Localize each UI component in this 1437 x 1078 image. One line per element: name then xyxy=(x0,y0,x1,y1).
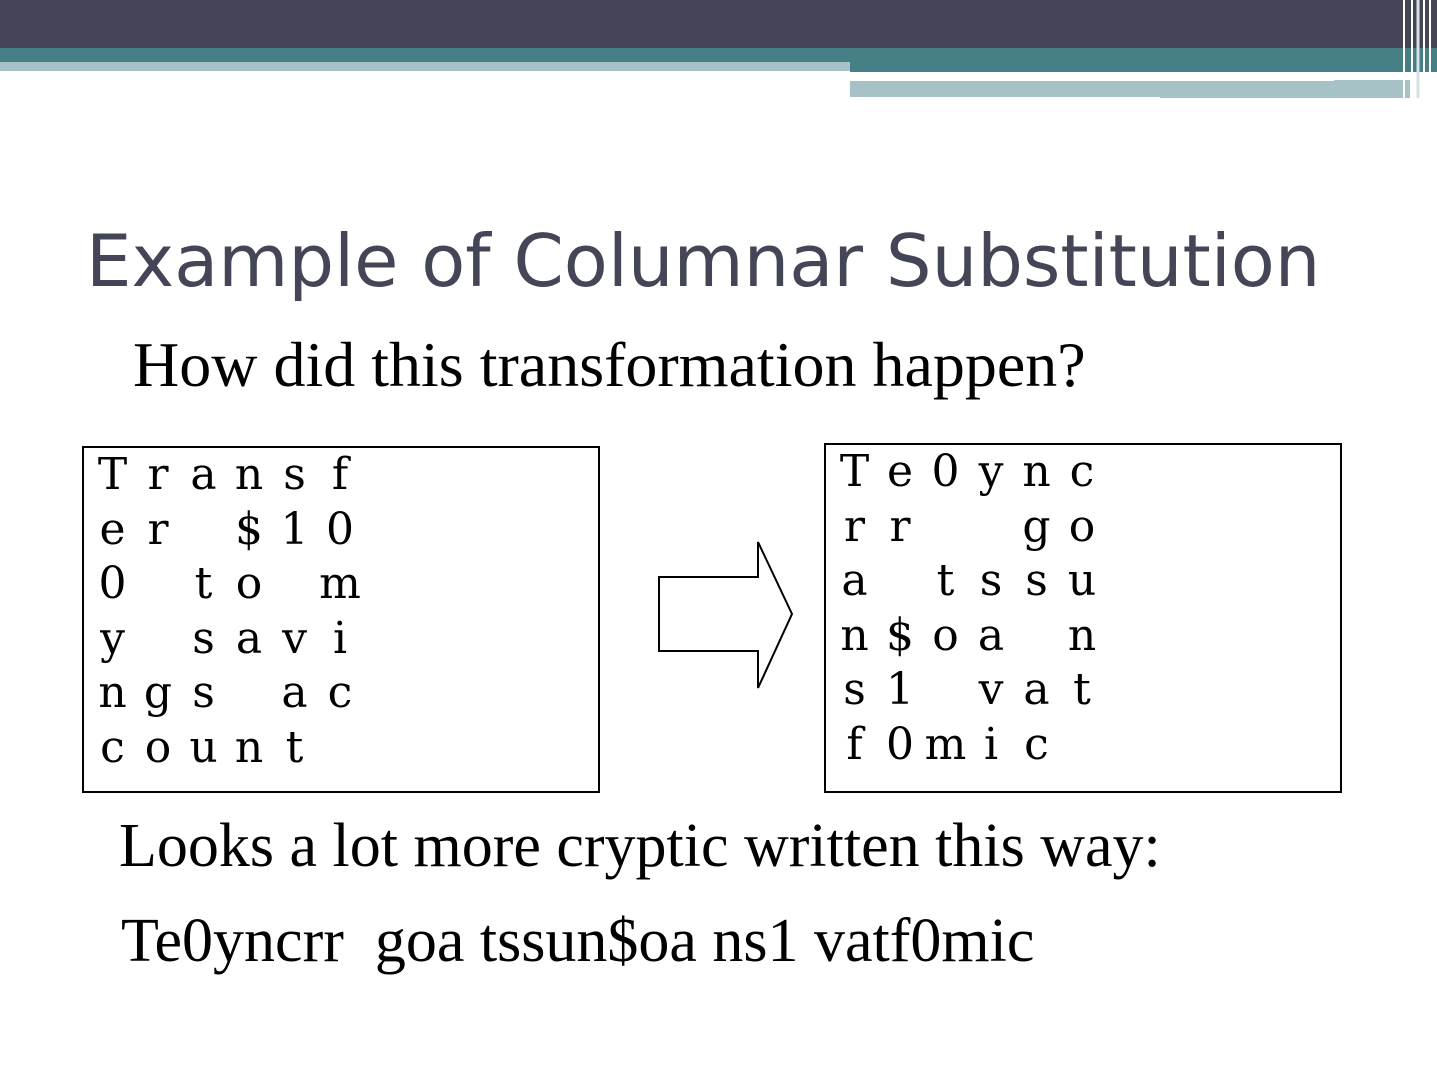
ciphertext-grid-row: rr go xyxy=(840,500,1140,556)
ciphertext-grid-cell: m xyxy=(924,718,967,770)
slide-subtitle: How did this transformation happen? xyxy=(133,329,1086,400)
ciphertext-grid-cell: c xyxy=(1024,718,1049,770)
header-edge-lines xyxy=(1403,0,1431,98)
ciphertext-grid-cell: g xyxy=(1022,500,1051,552)
ciphertext-grid-cell: T xyxy=(839,446,870,497)
ciphertext-grid-cell: n xyxy=(840,609,869,661)
plaintext-grid-cell: m xyxy=(319,558,361,609)
plaintext-grid-cell: r xyxy=(147,503,169,555)
cryptic-note: Looks a lot more cryptic written this wa… xyxy=(119,812,1161,880)
ciphertext-grid-cell: n xyxy=(1067,609,1097,661)
header-bar-teal xyxy=(0,48,1437,62)
slide: Example of Columnar Substitution How did… xyxy=(0,0,1437,1078)
plaintext-grid-cell: a xyxy=(235,612,263,664)
plaintext-grid-cell: 0 xyxy=(326,503,354,555)
ciphertext-grid-cell: r xyxy=(843,500,866,552)
plaintext-grid-cell: a xyxy=(281,667,308,718)
plaintext-grid-cell: s xyxy=(192,667,215,718)
plaintext-grid-cell: n xyxy=(234,721,264,773)
ciphertext-grid-cell: t xyxy=(936,555,955,606)
ciphertext-grid-row: Te0ync xyxy=(840,447,1140,501)
ciphertext-grid-cell: a xyxy=(977,609,1005,661)
ciphertext-grid-cell: 0 xyxy=(931,446,960,497)
plaintext-grid-row: ngs ac xyxy=(98,668,398,722)
ciphertext-grid-cell: $ xyxy=(886,609,914,661)
plaintext-grid-cell: u xyxy=(189,721,218,773)
ciphertext-grid-cell: s xyxy=(843,664,866,715)
plaintext-grid-cell: $ xyxy=(235,503,263,555)
header-divider-line xyxy=(850,77,1334,81)
header-bar-light-left xyxy=(0,62,850,71)
ciphertext-grid-cell: c xyxy=(1069,446,1095,497)
header-bar-stub xyxy=(1160,92,1410,98)
plaintext-grid-cell: T xyxy=(97,449,128,500)
plaintext-grid-cell: s xyxy=(283,449,306,500)
plaintext-grid-cell: n xyxy=(98,667,127,718)
ciphertext-grid-cell: o xyxy=(932,609,959,661)
ciphertext-grid-cell: u xyxy=(1067,555,1097,606)
plaintext-grid-row: count xyxy=(98,721,398,777)
ciphertext-grid-cell: i xyxy=(983,718,999,770)
plaintext-grid-cell: n xyxy=(234,449,264,500)
ciphertext-grid-cell: v xyxy=(978,664,1004,715)
ciphertext-grid-cell: f xyxy=(846,718,863,770)
plaintext-grid-cell: e xyxy=(99,503,126,555)
ciphertext-grid-cell: 0 xyxy=(886,718,914,770)
plaintext-grid-cell: s xyxy=(192,612,215,664)
right-arrow-outline-icon xyxy=(658,541,794,689)
plaintext-grid-cell: o xyxy=(235,558,263,609)
ciphertext-grid-cell: y xyxy=(978,446,1004,497)
plaintext-grid-row: er $1 0 xyxy=(98,503,398,559)
ciphertext-grid-cell: r xyxy=(889,500,911,552)
plaintext-grid-cell: v xyxy=(282,612,307,664)
plaintext-grid-row: y savi xyxy=(98,612,398,668)
ciphertext-grid-row: s1 vat xyxy=(840,665,1140,719)
plaintext-grid-cell: 1 xyxy=(280,503,309,555)
plaintext-grid-cell: o xyxy=(144,721,172,773)
plaintext-grid: Transfer $1 0 0 to my savings account xyxy=(82,446,600,793)
plaintext-grid-cell: 0 xyxy=(98,558,127,609)
ciphertext-grid-cell: o xyxy=(1068,500,1096,552)
ciphertext-grid-cell: t xyxy=(1073,664,1091,715)
ciphertext-grid-cell: e xyxy=(886,446,914,497)
plaintext-grid-row: 0 to m xyxy=(98,559,398,613)
ciphertext-grid-cell: s xyxy=(1025,555,1048,606)
ciphertext-grid-cell: a xyxy=(841,555,868,606)
plaintext-grid-row: Transf xyxy=(98,450,398,504)
plaintext-grid-cell: r xyxy=(147,449,169,500)
plaintext-grid-cell: t xyxy=(285,721,304,773)
plaintext-grid-cell: t xyxy=(194,558,213,609)
ciphertext-grid: Te0yncrr goa t s s u n $ o a ns1 vatf0mic xyxy=(824,443,1342,793)
ciphertext-line: Te0yncrr goa tssun$oa ns1 vatf0mic xyxy=(121,907,1035,975)
header-bar-dark xyxy=(0,0,1437,48)
ciphertext-grid-row: a tssu xyxy=(840,556,1140,610)
ciphertext-grid-row: n $ o a n xyxy=(840,609,1140,665)
ciphertext-grid-cell: 1 xyxy=(886,664,914,715)
plaintext-grid-cell: y xyxy=(100,612,125,664)
slide-title: Example of Columnar Substitution xyxy=(86,219,1321,303)
ciphertext-grid-cell: s xyxy=(979,555,1003,606)
plaintext-grid-cell: c xyxy=(327,667,353,718)
ciphertext-grid-cell: a xyxy=(1023,664,1050,715)
plaintext-grid-cell: g xyxy=(143,667,173,718)
ciphertext-grid-cell: n xyxy=(1022,446,1051,497)
plaintext-grid-cell: f xyxy=(331,449,349,500)
ciphertext-grid-row: f0mic xyxy=(840,718,1140,774)
plaintext-grid-cell: c xyxy=(100,721,125,773)
header-bar-teal-right xyxy=(850,62,1437,72)
plaintext-grid-cell: i xyxy=(332,612,348,664)
plaintext-grid-cell: a xyxy=(190,449,217,500)
